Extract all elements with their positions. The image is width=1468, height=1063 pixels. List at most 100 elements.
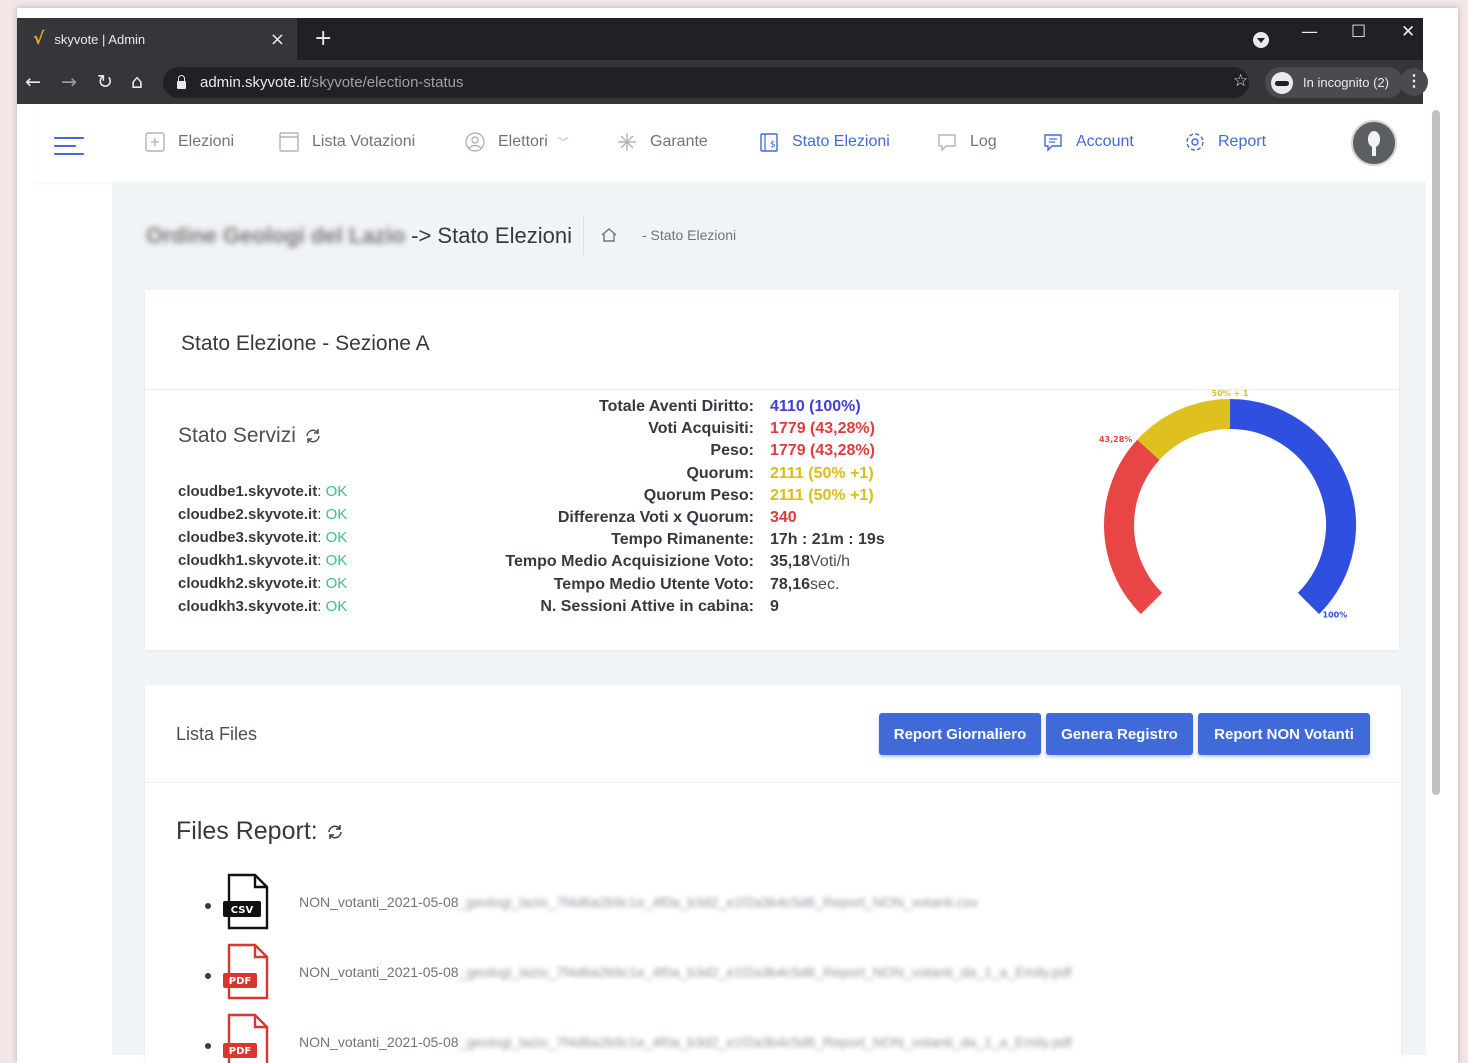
browser-tab[interactable]: √ skyvote | Admin ×: [17, 18, 297, 60]
stat-value: 1779 (43,28%): [770, 420, 875, 438]
card-header: Stato Elezione - Sezione A: [145, 290, 1399, 390]
service-status: OK: [325, 506, 348, 523]
file-type-label: PDF: [229, 1046, 251, 1057]
stat-label: Tempo Medio Acquisizione Voto:: [505, 553, 754, 571]
tab-close-icon[interactable]: ×: [270, 29, 285, 50]
service-row: cloudbe3.skyvote.it: OK: [178, 529, 348, 546]
stat-row: Voti Acquisiti: 1779 (43,28%): [495, 418, 885, 440]
nav-item-report[interactable]: Report: [1184, 131, 1266, 153]
list-item[interactable]: PDF NON_votanti_2021-05-08 _geologi_lazio…: [205, 942, 1072, 1002]
svg-text:$: $: [770, 140, 776, 150]
nav-item-stato-elezioni[interactable]: $ Stato Elezioni: [758, 131, 890, 153]
nav-item-elezioni[interactable]: Elezioni: [144, 131, 234, 153]
stat-value: 4110 (100%): [770, 398, 861, 415]
stat-label: Totale Aventi Diritto:: [599, 398, 754, 415]
page-title: Ordine Geologi del Lazio -> Stato Elezio…: [146, 223, 572, 249]
gauge-label-total: 100%: [1323, 611, 1348, 620]
nav-label: Garante: [650, 133, 708, 150]
stat-row: Totale Aventi Diritto: 4110 (100%): [495, 396, 885, 418]
service-host: cloudkh3.skyvote.it: [178, 598, 318, 615]
sparkle-icon: [618, 133, 636, 151]
stat-unit: sec.: [810, 575, 840, 593]
refresh-icon[interactable]: [304, 427, 322, 445]
hamburger-menu-icon[interactable]: [54, 137, 84, 161]
refresh-icon[interactable]: [326, 823, 344, 841]
stat-label: N. Sessioni Attive in cabina:: [540, 597, 754, 615]
url-input[interactable]: admin.skyvote.it/skyvote/election-status: [163, 67, 1249, 98]
nav-item-account[interactable]: Account: [1042, 131, 1134, 153]
stat-unit: Voti/h: [810, 553, 851, 571]
stat-label: Tempo Medio Utente Voto:: [553, 575, 754, 593]
service-host: cloudkh1.skyvote.it: [178, 552, 318, 569]
tab-bar: √ skyvote | Admin × + — ☐ ✕: [17, 18, 1423, 60]
pdf-file-icon: PDF: [223, 943, 269, 1000]
page-scrollbar[interactable]: [1432, 110, 1440, 795]
reload-icon[interactable]: ↻: [97, 71, 113, 93]
service-status: OK: [325, 552, 348, 569]
page-title-text: -> Stato Elezioni: [411, 223, 572, 248]
list-item[interactable]: CSV NON_votanti_2021-05-08 _geologi_lazio…: [205, 872, 978, 932]
minimize-icon[interactable]: —: [1301, 22, 1318, 42]
stat-value: 35,18: [770, 553, 811, 571]
stat-value: 2111 (50% +1): [770, 464, 874, 482]
comment-icon: [1044, 134, 1062, 152]
file-name: NON_votanti_2021-05-08: [299, 1034, 459, 1050]
report-giornaliero-button[interactable]: Report Giornaliero: [879, 713, 1041, 755]
stat-value: 9: [770, 597, 779, 615]
csv-file-icon: CSV: [223, 873, 269, 930]
incognito-icon: [1271, 71, 1293, 94]
stat-label: Quorum:: [686, 464, 754, 482]
chevron-down-icon: ﹀: [557, 136, 569, 149]
service-row: cloudkh3.skyvote.it: OK: [178, 598, 348, 615]
stat-row: Peso: 1779 (43,28%): [495, 440, 885, 462]
nav-label: Elezioni: [178, 133, 235, 150]
home-icon[interactable]: [600, 226, 618, 244]
report-non-votanti-button[interactable]: Report NON Votanti: [1198, 713, 1370, 755]
window-close-icon[interactable]: ✕: [1401, 22, 1415, 42]
stat-row: Tempo Medio Utente Voto: 78,16 sec.: [495, 574, 885, 596]
tab-search-icon[interactable]: [1253, 32, 1269, 48]
nav-item-garante[interactable]: Garante: [616, 131, 708, 153]
ballot-icon: $: [760, 133, 778, 152]
services-list: cloudbe1.skyvote.it: OK cloudbe2.skyvote…: [178, 480, 347, 618]
stat-label: Voti Acquisiti:: [648, 420, 754, 438]
home-icon[interactable]: ⌂: [131, 71, 143, 93]
stat-value: 17h : 21m : 19s: [770, 531, 885, 549]
service-status: OK: [325, 483, 348, 500]
nav-item-log[interactable]: Log: [936, 131, 997, 153]
files-report-title: Files Report:: [176, 817, 344, 846]
file-type-label: PDF: [229, 976, 251, 987]
nav-item-lista-votazioni[interactable]: Lista Votazioni: [278, 131, 415, 153]
services-title-text: Stato Servizi: [178, 424, 296, 447]
election-status-card: Stato Elezione - Sezione A Stato Servizi…: [145, 290, 1399, 650]
new-tab-icon[interactable]: +: [314, 26, 332, 51]
stat-value: 340: [770, 508, 797, 526]
stat-value: 2111 (50% +1): [770, 486, 874, 504]
genera-registro-button[interactable]: Genera Registro: [1046, 713, 1193, 755]
list-bullet: [205, 1043, 211, 1049]
file-name: NON_votanti_2021-05-08: [299, 964, 459, 980]
skyvote-favicon-icon: √: [33, 29, 45, 49]
nav-label: Account: [1076, 133, 1134, 150]
nav-label: Stato Elezioni: [792, 133, 890, 150]
breadcrumb-divider: [583, 215, 584, 255]
nav-label: Lista Votazioni: [312, 133, 416, 150]
bookmark-star-icon[interactable]: ☆: [1233, 71, 1248, 91]
gauge-arc-quorum: [1137, 399, 1231, 461]
service-host: cloudbe1.skyvote.it: [178, 483, 318, 500]
url-host: admin.skyvote.it: [200, 74, 308, 91]
nav-item-elettori[interactable]: Elettori ﹀: [464, 131, 569, 153]
files-card: Lista Files Report Giornaliero Genera Re…: [145, 685, 1401, 1063]
list-item[interactable]: PDF NON_votanti_2021-05-08 _geologi_lazio…: [205, 1012, 1072, 1063]
pdf-file-icon: PDF: [223, 1013, 269, 1063]
maximize-icon[interactable]: ☐: [1351, 22, 1366, 42]
comment-icon: [938, 134, 956, 152]
gauge-label-acquired: 43,28%: [1099, 435, 1132, 444]
browser-menu-icon[interactable]: ⋮: [1400, 68, 1428, 96]
file-type-label: CSV: [231, 905, 254, 916]
incognito-indicator[interactable]: In incognito (2): [1265, 67, 1403, 98]
user-avatar[interactable]: [1351, 120, 1397, 166]
back-arrow-icon[interactable]: ←: [25, 71, 41, 93]
forward-arrow-icon[interactable]: →: [61, 71, 77, 93]
service-host: cloudbe3.skyvote.it: [178, 529, 318, 546]
